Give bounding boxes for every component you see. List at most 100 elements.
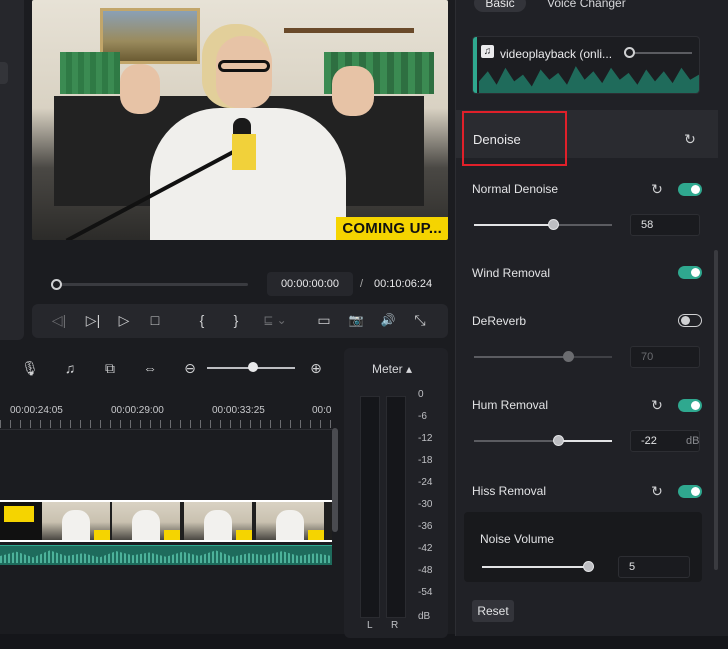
ruler-label: 00:0 [312, 405, 332, 416]
db-label: -18 [418, 455, 433, 466]
hand-left [120, 64, 160, 114]
db-label: 0 [418, 389, 424, 400]
audio-clip-card [472, 36, 700, 94]
normal-denoise-toggle[interactable] [678, 183, 702, 196]
playback-progress-track[interactable] [54, 283, 248, 286]
db-label: -36 [418, 521, 433, 532]
ruler-label: 00:00:33:25 [212, 405, 265, 416]
audio-waveform [0, 550, 332, 563]
ruler-label: 00:00:29:00 [111, 405, 164, 416]
db-label: -42 [418, 543, 433, 554]
db-label: -12 [418, 433, 433, 444]
video-clip[interactable] [0, 500, 332, 542]
fit-icon[interactable]: ⇔ [140, 358, 160, 378]
hum-removal-reset-icon[interactable]: ↻ [648, 396, 666, 414]
hum-removal-unit: dB [686, 435, 700, 447]
clip-thumbnail [112, 502, 180, 540]
clip-name: videoplayback (onli... [500, 47, 613, 61]
wind-removal-toggle[interactable] [678, 266, 702, 279]
normal-denoise-reset-icon[interactable]: ↻ [648, 180, 666, 198]
coming-up-overlay: COMING UP... [336, 217, 448, 240]
normal-denoise-slider-fill [474, 224, 554, 226]
left-panel-handle[interactable] [0, 62, 8, 84]
zoom-slider-knob[interactable] [248, 362, 258, 372]
clip-thumbnail [256, 502, 324, 540]
hum-removal-slider-knob[interactable] [553, 435, 564, 446]
left-panel-edge [0, 0, 24, 340]
tab-basic[interactable]: Basic [474, 0, 526, 12]
clip-view-icon[interactable]: ⧉ [100, 358, 120, 378]
playback-progress-knob[interactable] [51, 279, 62, 290]
tab-voice-changer[interactable]: Voice Changer [547, 0, 626, 12]
clip-thumbnail [42, 502, 110, 540]
dereverb-toggle[interactable] [678, 314, 702, 327]
dereverb-slider-fill [474, 356, 568, 358]
ruler-ticks [0, 420, 334, 428]
person-head [216, 36, 272, 108]
hand-right [332, 66, 374, 116]
db-label: -54 [418, 587, 433, 598]
play-button[interactable]: ▷ [114, 308, 134, 332]
next-frame-button[interactable]: ▷| [82, 308, 104, 332]
music-note-icon: ♫ [481, 45, 494, 58]
glasses [218, 60, 270, 72]
mic-tag [232, 134, 256, 170]
meter-left-label: L [367, 620, 373, 631]
reset-button[interactable]: Reset [472, 600, 514, 622]
dereverb-slider-knob[interactable] [563, 351, 574, 362]
zoom-in-icon[interactable]: ⊕ [306, 358, 326, 378]
meter-left-channel [360, 396, 380, 618]
ruler-label: 00:00:24:05 [10, 405, 63, 416]
hiss-removal-label: Hiss Removal [472, 484, 547, 498]
hiss-removal-reset-icon[interactable]: ↻ [648, 482, 666, 500]
normal-denoise-value[interactable]: 58 [630, 214, 700, 236]
hum-removal-toggle[interactable] [678, 399, 702, 412]
db-label: -6 [418, 411, 427, 422]
panel-scrollbar[interactable] [714, 250, 718, 570]
display-icon[interactable]: ▭ [313, 308, 335, 332]
clip-volume-track[interactable] [634, 52, 692, 54]
hum-removal-label: Hum Removal [472, 398, 549, 412]
timecode-total: 00:10:06:24 [374, 278, 433, 290]
books-left [60, 52, 120, 94]
stop-button[interactable]: □ [145, 308, 165, 332]
denoise-reset-icon[interactable]: ↻ [681, 130, 699, 148]
meter-title[interactable]: Meter ▴ [372, 362, 412, 376]
music-icon[interactable]: ♫ [60, 358, 80, 378]
meter-right-label: R [391, 620, 399, 631]
db-label: -48 [418, 565, 433, 576]
db-label: -24 [418, 477, 433, 488]
wind-removal-label: Wind Removal [472, 266, 551, 280]
timeline-scrollbar[interactable] [332, 428, 338, 532]
audio-clip[interactable] [0, 545, 332, 565]
noise-volume-slider-knob[interactable] [583, 561, 594, 572]
panel-bottom-bar [455, 636, 728, 649]
db-label: dB [418, 611, 431, 622]
meter-right-channel [386, 396, 406, 618]
hiss-removal-toggle[interactable] [678, 485, 702, 498]
normal-denoise-slider-knob[interactable] [548, 219, 559, 230]
mark-out-button[interactable]: } [228, 308, 244, 332]
noise-volume-label: Noise Volume [480, 532, 555, 546]
snapshot-icon[interactable]: 📷 [346, 308, 366, 332]
hum-removal-slider-fill [559, 440, 612, 442]
video-preview[interactable]: COMING UP... [32, 0, 448, 240]
timecode-current[interactable]: 00:00:00:00 [267, 272, 353, 296]
insert-dropdown-icon[interactable]: ⊑ ⌄ [260, 308, 290, 332]
mic-icon[interactable]: 🎙 [20, 358, 40, 378]
clip-thumbnail [184, 502, 252, 540]
clip-volume-knob[interactable] [624, 47, 635, 58]
timecode-separator: / [360, 278, 364, 290]
shelf [284, 28, 414, 33]
volume-icon[interactable]: 🔊 [377, 308, 399, 332]
noise-volume-value[interactable]: 5 [618, 556, 690, 578]
noise-volume-slider-fill [482, 566, 586, 568]
clip-waveform [479, 66, 699, 93]
db-label: -30 [418, 499, 433, 510]
zoom-out-icon[interactable]: ⊖ [180, 358, 200, 378]
previous-frame-button[interactable]: ◁| [48, 308, 70, 332]
mark-in-button[interactable]: { [194, 308, 210, 332]
dereverb-value[interactable]: 70 [630, 346, 700, 368]
normal-denoise-label: Normal Denoise [472, 182, 559, 196]
fullscreen-icon[interactable]: ⤡ [409, 308, 431, 332]
